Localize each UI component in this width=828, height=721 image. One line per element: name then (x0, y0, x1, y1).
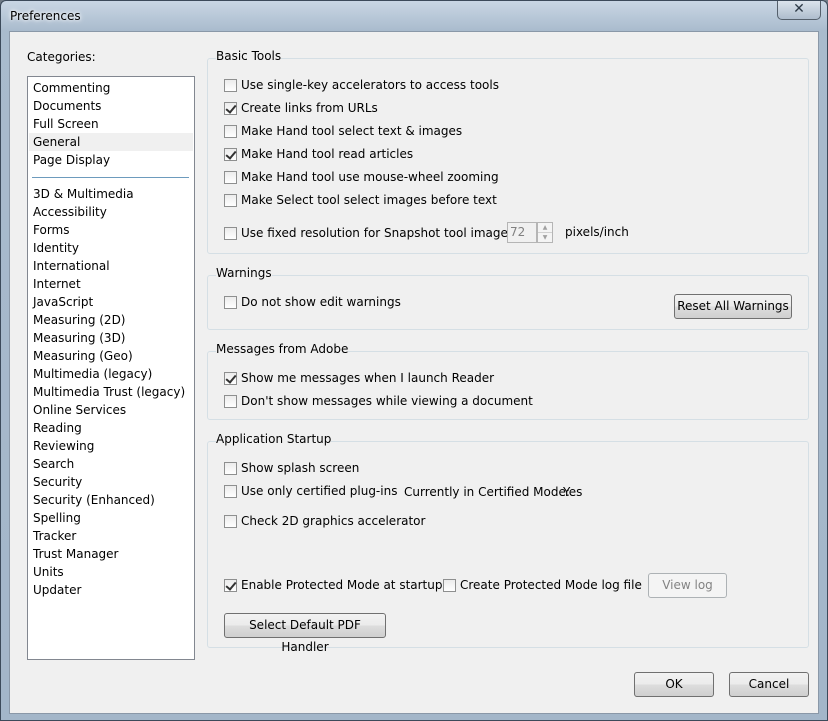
checkbox-box[interactable] (224, 148, 237, 161)
checkbox-label: Make Hand tool use mouse-wheel zooming (241, 170, 499, 184)
checkbox-label: Make Hand tool select text & images (241, 124, 463, 138)
messages-title: Messages from Adobe (216, 342, 349, 356)
categories-separator (32, 177, 189, 178)
checkbox-label: Check 2D graphics accelerator (241, 514, 426, 528)
checkbox-box[interactable] (224, 227, 237, 240)
cancel-button[interactable]: Cancel (729, 672, 809, 697)
category-item[interactable]: Spelling (29, 509, 193, 527)
checkbox-box[interactable] (224, 462, 237, 475)
category-item[interactable]: Reading (29, 419, 193, 437)
dont-show-messages-checkbox[interactable]: Don't show messages while viewing a docu… (224, 395, 533, 411)
checkbox-label: Show splash screen (241, 461, 360, 475)
category-item[interactable]: Updater (29, 581, 193, 599)
show-messages-checkbox[interactable]: Show me messages when I launch Reader (224, 372, 494, 388)
fixed-resolution-checkbox[interactable]: Use fixed resolution for Snapshot tool i… (224, 227, 518, 243)
checkbox-box[interactable] (224, 395, 237, 408)
category-item[interactable]: 3D & Multimedia (29, 185, 193, 203)
category-item[interactable]: Forms (29, 221, 193, 239)
checkbox-label: Make Hand tool read articles (241, 147, 414, 161)
edit-warnings-checkbox[interactable]: Do not show edit warnings (224, 296, 401, 312)
snapshot-resolution-spinner[interactable]: ▲ ▼ (537, 222, 553, 243)
checkbox-label: Create links from URLs (241, 101, 378, 115)
splash-screen-checkbox[interactable]: Show splash screen (224, 462, 359, 478)
category-item[interactable]: JavaScript (29, 293, 193, 311)
checkbox-label: Create Protected Mode log file (460, 578, 642, 592)
category-item[interactable]: Measuring (3D) (29, 329, 193, 347)
categories-list[interactable]: Commenting Documents Full Screen General Pag… (27, 76, 195, 660)
preferences-window: Preferences ✕ Categories: Commenting Docu… (0, 0, 828, 721)
checkbox-box[interactable] (224, 579, 237, 592)
checkbox-label: Use fixed resolution for Snapshot tool i… (241, 226, 519, 240)
select-default-pdf-handler-button[interactable]: Select Default PDF Handler (224, 613, 386, 654)
category-item[interactable]: Multimedia Trust (legacy) (29, 383, 193, 401)
checkbox-label: Enable Protected Mode at startup (241, 578, 443, 592)
dialog-body: Categories: Commenting Documents Full Scre… (9, 31, 819, 714)
checkbox-box[interactable] (224, 372, 237, 385)
hand-wheel-zoom-checkbox[interactable]: Make Hand tool use mouse-wheel zooming (224, 171, 499, 187)
ok-button[interactable]: OK (634, 672, 714, 697)
protected-log-checkbox[interactable]: Create Protected Mode log file (443, 579, 642, 595)
startup-title: Application Startup (216, 432, 332, 446)
checkbox-label: Don't show messages while viewing a docu… (241, 394, 533, 408)
warnings-title: Warnings (216, 266, 272, 280)
category-item[interactable]: Security (Enhanced) (29, 491, 193, 509)
checkbox-box[interactable] (224, 125, 237, 138)
select-images-checkbox[interactable]: Make Select tool select images before te… (224, 194, 497, 210)
checkbox-label: Use only certified plug-ins (241, 484, 398, 498)
messages-group: Messages from Adobe Show me messages whe… (207, 342, 809, 420)
categories-label: Categories: (27, 50, 96, 64)
checkbox-box[interactable] (224, 102, 237, 115)
category-item[interactable]: Tracker (29, 527, 193, 545)
spin-down-icon[interactable]: ▼ (538, 233, 552, 243)
category-item[interactable]: Full Screen (29, 115, 193, 133)
protected-mode-checkbox[interactable]: Enable Protected Mode at startup (224, 579, 443, 595)
checkbox-box[interactable] (224, 515, 237, 528)
view-log-button[interactable]: View log (648, 573, 727, 598)
window-title: Preferences (10, 9, 81, 23)
category-item[interactable]: Page Display (29, 151, 193, 169)
category-item[interactable]: Search (29, 455, 193, 473)
checkbox-label: Use single-key accelerators to access to… (241, 78, 499, 92)
category-item[interactable]: International (29, 257, 193, 275)
category-item[interactable]: Internet (29, 275, 193, 293)
close-icon: ✕ (793, 1, 805, 17)
reset-all-warnings-button[interactable]: Reset All Warnings (674, 294, 792, 319)
checkbox-box[interactable] (443, 579, 456, 592)
category-item[interactable]: Security (29, 473, 193, 491)
certified-mode-value: Yes (563, 485, 583, 499)
checkbox-label: Do not show edit warnings (241, 295, 401, 309)
category-item[interactable]: Commenting (29, 79, 193, 97)
snapshot-resolution-input[interactable]: 72 (507, 222, 537, 243)
checkbox-box[interactable] (224, 171, 237, 184)
category-item[interactable]: Accessibility (29, 203, 193, 221)
checkbox-box[interactable] (224, 79, 237, 92)
close-button[interactable]: ✕ (777, 1, 821, 20)
checkbox-label: Show me messages when I launch Reader (241, 371, 495, 385)
single-key-accelerators-checkbox[interactable]: Use single-key accelerators to access to… (224, 79, 499, 95)
create-links-checkbox[interactable]: Create links from URLs (224, 102, 378, 118)
snapshot-unit-label: pixels/inch (565, 225, 629, 239)
category-item[interactable]: Online Services (29, 401, 193, 419)
category-item[interactable]: Documents (29, 97, 193, 115)
checkbox-box[interactable] (224, 296, 237, 309)
category-item[interactable]: Units (29, 563, 193, 581)
category-item[interactable]: Measuring (Geo) (29, 347, 193, 365)
category-item[interactable]: Multimedia (legacy) (29, 365, 193, 383)
category-item[interactable]: Reviewing (29, 437, 193, 455)
category-item[interactable]: Trust Manager (29, 545, 193, 563)
checkbox-label: Make Select tool select images before te… (241, 193, 497, 207)
checkbox-box[interactable] (224, 194, 237, 207)
category-item[interactable]: Measuring (2D) (29, 311, 193, 329)
certified-mode-label: Currently in Certified Mode: (404, 485, 570, 499)
category-item[interactable]: Identity (29, 239, 193, 257)
checkbox-box[interactable] (224, 485, 237, 498)
category-item[interactable]: General (29, 133, 193, 151)
certified-plugins-checkbox[interactable]: Use only certified plug-ins (224, 485, 397, 501)
hand-read-articles-checkbox[interactable]: Make Hand tool read articles (224, 148, 413, 164)
basic-tools-title: Basic Tools (216, 49, 282, 63)
graphics-accelerator-checkbox[interactable]: Check 2D graphics accelerator (224, 515, 425, 531)
spin-up-icon[interactable]: ▲ (538, 223, 552, 233)
title-bar[interactable]: Preferences ✕ (1, 1, 827, 31)
hand-select-text-checkbox[interactable]: Make Hand tool select text & images (224, 125, 462, 141)
